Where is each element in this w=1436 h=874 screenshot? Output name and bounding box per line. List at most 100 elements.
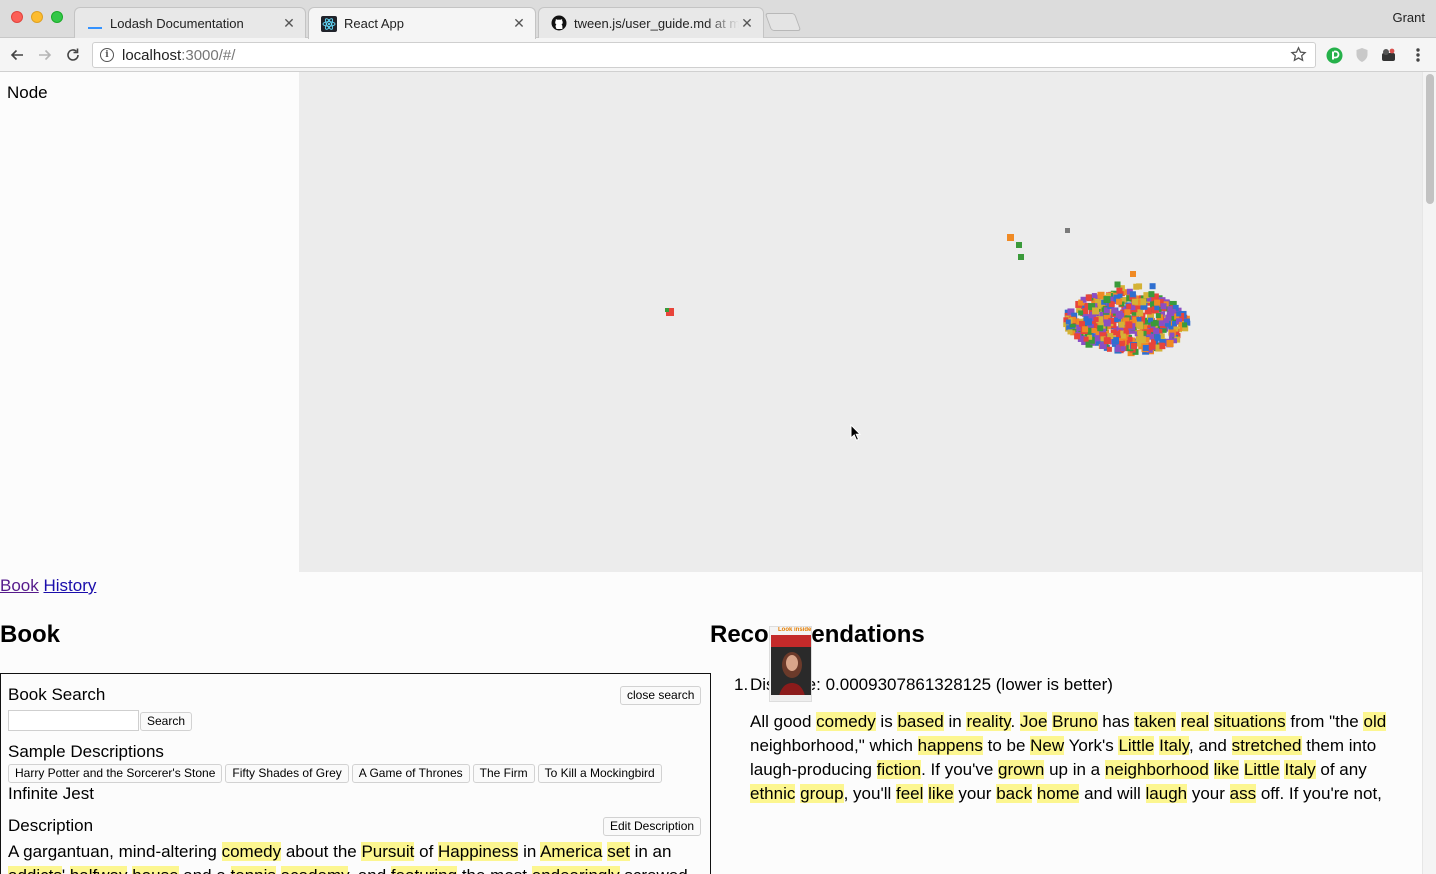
menu-kebab-icon[interactable] [1409, 46, 1427, 64]
tab-react-app[interactable]: React App ✕ [308, 7, 536, 39]
data-point[interactable] [1130, 271, 1136, 277]
extension-dark-icon[interactable] [1380, 46, 1398, 64]
data-point[interactable] [1148, 342, 1156, 350]
data-point[interactable] [1118, 321, 1125, 328]
new-tab-button[interactable] [764, 13, 802, 31]
data-point[interactable] [1085, 294, 1092, 301]
data-point[interactable] [1136, 317, 1142, 323]
sample-button-fifty-shades[interactable]: Fifty Shades of Grey [225, 764, 349, 783]
data-point[interactable] [1132, 298, 1139, 305]
data-point[interactable] [1065, 228, 1070, 233]
data-point[interactable] [1091, 293, 1097, 299]
close-search-button[interactable]: close search [620, 686, 702, 705]
book-link[interactable]: Book [0, 576, 39, 595]
data-point[interactable] [1115, 346, 1121, 352]
data-point[interactable] [1016, 242, 1022, 248]
data-point[interactable] [1154, 299, 1161, 306]
data-point[interactable] [1103, 337, 1111, 345]
data-point[interactable] [1182, 322, 1188, 328]
bookmark-star-icon[interactable] [1290, 46, 1307, 68]
data-point[interactable] [1125, 321, 1133, 329]
data-point[interactable] [1097, 291, 1105, 299]
data-point[interactable] [1137, 330, 1144, 337]
data-point[interactable] [1093, 317, 1099, 323]
sample-button-the-firm[interactable]: The Firm [472, 764, 535, 783]
data-point[interactable] [1142, 344, 1149, 351]
data-point[interactable] [1163, 318, 1169, 324]
data-point[interactable] [1079, 320, 1086, 327]
data-point[interactable] [1116, 287, 1123, 294]
point-cloud[interactable] [299, 72, 1422, 572]
data-point[interactable] [1154, 334, 1161, 341]
data-point[interactable] [1159, 343, 1166, 350]
data-point[interactable] [1120, 333, 1126, 339]
data-point[interactable] [1133, 283, 1140, 290]
data-point[interactable] [1018, 254, 1024, 260]
data-point[interactable] [1116, 298, 1123, 305]
data-point[interactable] [1166, 339, 1174, 347]
data-point[interactable] [1083, 336, 1089, 342]
data-point[interactable] [1124, 309, 1131, 316]
data-point[interactable] [1138, 336, 1146, 344]
data-point[interactable] [1154, 305, 1160, 311]
data-point[interactable] [1120, 346, 1126, 352]
data-point[interactable] [1153, 328, 1160, 335]
sample-button-mockingbird[interactable]: To Kill a Mockingbird [537, 764, 662, 783]
data-point[interactable] [1103, 296, 1111, 304]
data-point[interactable] [1136, 321, 1144, 329]
data-point[interactable] [1078, 310, 1084, 316]
edit-description-button[interactable]: Edit Description [603, 817, 702, 836]
data-point[interactable] [1097, 325, 1104, 332]
data-point[interactable] [1176, 311, 1182, 317]
data-point[interactable] [1158, 320, 1165, 327]
site-info-icon[interactable]: i [100, 48, 114, 62]
data-point[interactable] [1083, 316, 1089, 322]
data-point[interactable] [1160, 303, 1167, 310]
scrollbar-thumb[interactable] [1426, 74, 1434, 204]
data-point[interactable] [1145, 329, 1151, 335]
close-window-button[interactable] [11, 11, 23, 23]
data-point[interactable] [1155, 313, 1161, 319]
data-point[interactable] [1148, 291, 1155, 298]
data-point[interactable] [1077, 300, 1083, 306]
minimize-window-button[interactable] [31, 11, 43, 23]
book-cover-image[interactable]: Look inside [769, 626, 812, 702]
data-point[interactable] [1074, 333, 1081, 340]
data-point[interactable] [1149, 334, 1155, 340]
data-point[interactable] [1150, 321, 1156, 327]
history-link[interactable]: History [43, 576, 96, 595]
close-tab-icon[interactable]: ✕ [281, 15, 297, 32]
data-point[interactable] [1065, 319, 1071, 325]
forward-icon[interactable] [34, 44, 56, 66]
search-button[interactable]: Search [140, 712, 193, 731]
book-search-input[interactable] [8, 710, 139, 731]
extension-green-icon[interactable] [1325, 46, 1343, 64]
embedding-visualization[interactable] [299, 72, 1422, 572]
data-point[interactable] [1106, 346, 1112, 352]
tab-lodash[interactable]: Lodash Documentation ✕ [74, 7, 306, 38]
page-scrollbar[interactable] [1422, 72, 1436, 874]
data-point[interactable] [1103, 319, 1111, 327]
data-point[interactable] [1130, 342, 1137, 349]
data-point[interactable] [1067, 329, 1073, 335]
close-tab-icon[interactable]: ✕ [511, 15, 527, 32]
close-tab-icon[interactable]: ✕ [739, 15, 755, 32]
tab-github-tween[interactable]: tween.js/user_guide.md at mas ✕ [538, 7, 764, 38]
sample-button-harry-potter[interactable]: Harry Potter and the Sorcerer's Stone [8, 764, 223, 783]
data-point[interactable] [1082, 326, 1089, 333]
data-point[interactable] [1007, 234, 1014, 241]
sample-button-game-of-thrones[interactable]: A Game of Thrones [351, 764, 470, 783]
shield-icon[interactable] [1353, 46, 1371, 64]
data-point[interactable] [1129, 291, 1136, 298]
data-point[interactable] [1111, 307, 1118, 314]
data-point[interactable] [665, 308, 669, 312]
back-icon[interactable] [6, 44, 28, 66]
data-point[interactable] [1169, 332, 1175, 338]
data-point[interactable] [1091, 327, 1097, 333]
address-bar[interactable]: i localhost:3000/#/ [92, 42, 1316, 68]
maximize-window-button[interactable] [51, 11, 63, 23]
data-point[interactable] [1114, 281, 1121, 288]
data-point[interactable] [1092, 307, 1100, 315]
profile-name[interactable]: Grant [1392, 10, 1425, 25]
reload-icon[interactable] [62, 44, 84, 66]
